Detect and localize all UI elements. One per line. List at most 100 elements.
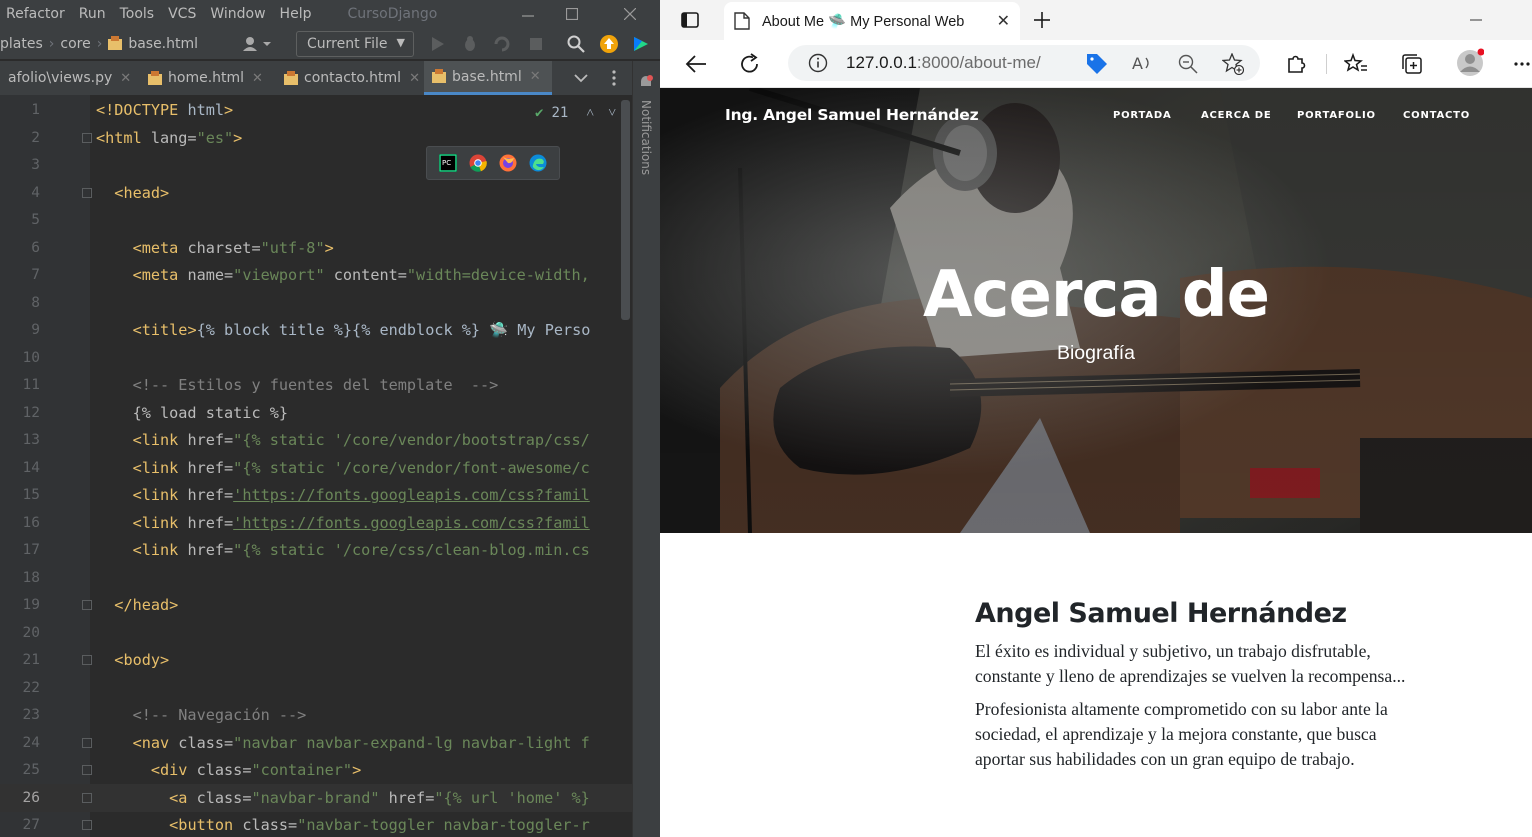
close-tab-icon[interactable]: ✕ — [530, 69, 541, 84]
shopping-tag-icon[interactable] — [1086, 53, 1108, 75]
user-menu[interactable] — [240, 34, 274, 54]
fold-marker-icon[interactable] — [82, 820, 92, 831]
coverage-button[interactable] — [492, 34, 512, 54]
breadcrumb-item[interactable]: base.html — [128, 36, 198, 52]
fold-marker-icon[interactable] — [82, 737, 92, 748]
pycharm-icon[interactable]: PC — [439, 154, 457, 172]
code-line[interactable]: 5 — [0, 207, 632, 235]
code-line[interactable]: 22 — [0, 674, 632, 702]
chevron-up-icon[interactable]: ˄ — [586, 105, 594, 122]
code-line[interactable]: 18 — [0, 564, 632, 592]
browser-minimize-button[interactable] — [1462, 2, 1490, 30]
code-line[interactable]: 13 <link href="{% static '/core/vendor/b… — [0, 427, 632, 455]
close-tab-icon[interactable]: ✕ — [120, 71, 131, 86]
back-button[interactable] — [682, 50, 710, 78]
zoom-out-icon[interactable] — [1178, 54, 1198, 74]
code-editor[interactable]: 1 <!DOCTYPE html> 2 <html lang="es"> 3 4 <hea… — [0, 95, 632, 837]
jetbrains-ai-button[interactable] — [631, 34, 651, 54]
code-line[interactable]: 25 <div class="container"> — [0, 757, 632, 785]
notifications-tool-window[interactable]: Notifications — [634, 100, 658, 180]
profile-button[interactable] — [1456, 48, 1484, 76]
close-tab-icon[interactable]: ✕ — [252, 71, 263, 86]
info-icon[interactable] — [808, 53, 828, 73]
code-line[interactable]: 24 <nav class="navbar navbar-expand-lg n… — [0, 729, 632, 757]
fold-marker-icon[interactable] — [82, 132, 92, 143]
breadcrumb-item[interactable]: plates — [0, 36, 43, 52]
inspection-widget[interactable]: ✔ 21 ˄ ˅ — [535, 104, 616, 122]
fold-marker-icon[interactable] — [82, 765, 92, 776]
more-actions-button[interactable] — [612, 61, 624, 95]
search-everywhere-button[interactable] — [566, 34, 586, 54]
settings-more-button[interactable] — [1512, 50, 1532, 78]
menu-vcs[interactable]: VCS — [160, 6, 204, 22]
puzzle-icon — [1288, 55, 1306, 73]
favorites-button[interactable] — [1342, 50, 1370, 78]
code-line[interactable]: 19 </head> — [0, 592, 632, 620]
code-line[interactable]: 11 <!-- Estilos y fuentes del template -… — [0, 372, 632, 400]
tab-home-html[interactable]: home.html ✕ — [142, 61, 278, 95]
fold-marker-icon[interactable] — [82, 187, 92, 198]
menu-tools[interactable]: Tools — [112, 6, 163, 22]
code-line[interactable]: 17 <link href="{% static '/core/css/clea… — [0, 537, 632, 565]
fold-marker-icon[interactable] — [82, 792, 92, 803]
close-tab-icon[interactable]: ✕ — [997, 11, 1010, 31]
collections-button[interactable] — [1398, 50, 1426, 78]
site-brand-link[interactable]: Ing. Angel Samuel Hernández — [725, 106, 979, 124]
tab-actions-button[interactable] — [676, 6, 704, 34]
run-configuration-select[interactable]: Current File ▼ — [296, 31, 414, 57]
firefox-icon[interactable] — [499, 154, 517, 172]
debug-button[interactable] — [460, 34, 480, 54]
code-line[interactable]: 20 — [0, 619, 632, 647]
new-tab-button[interactable] — [1028, 6, 1056, 34]
code-line[interactable]: 8 — [0, 289, 632, 317]
tab-base-html[interactable]: base.html ✕ — [424, 61, 552, 95]
nav-link-portafolio[interactable]: PORTAFOLIO — [1297, 110, 1403, 121]
code-line[interactable]: 10 — [0, 344, 632, 372]
updates-button[interactable] — [599, 34, 619, 54]
chevron-down-icon[interactable]: ˅ — [608, 105, 616, 122]
tab-contacto-html[interactable]: contacto.html ✕ — [278, 61, 422, 95]
address-bar[interactable]: 127.0.0.1:8000/about-me/ A — [788, 45, 1260, 81]
code-line[interactable]: 23 <!-- Navegación --> — [0, 702, 632, 730]
editor-tab-bar: afolio\views.py ✕ home.html ✕ contacto.h… — [0, 61, 632, 95]
code-line[interactable]: 9 <title>{% block title %}{% endblock %}… — [0, 317, 632, 345]
fold-marker-icon[interactable] — [82, 600, 92, 611]
add-favorite-icon[interactable] — [1222, 53, 1244, 75]
nav-link-contacto[interactable]: CONTACTO — [1403, 110, 1483, 121]
stop-button[interactable] — [526, 34, 546, 54]
nav-link-portada[interactable]: PORTADA — [1113, 110, 1201, 121]
code-line[interactable]: 4 <head> — [0, 179, 632, 207]
menu-help[interactable]: Help — [272, 6, 320, 22]
nav-link-acerca-de[interactable]: ACERCA DE — [1201, 110, 1297, 121]
fold-marker-icon[interactable] — [82, 655, 92, 666]
editor-scrollbar[interactable] — [621, 100, 630, 320]
notifications-bell-icon[interactable] — [638, 74, 654, 90]
read-aloud-icon[interactable]: A — [1132, 54, 1154, 72]
code-text: <html lang="es"> — [96, 128, 243, 147]
menu-window[interactable]: Window — [202, 6, 273, 22]
browser-tab-active[interactable]: About Me 🛸 My Personal Web ✕ — [724, 2, 1020, 40]
run-button[interactable] — [428, 34, 448, 54]
code-line[interactable]: 6 <meta charset="utf-8"> — [0, 234, 632, 262]
extensions-button[interactable] — [1282, 50, 1310, 78]
breadcrumb-item[interactable]: core — [60, 36, 90, 52]
code-line[interactable]: 7 <meta name="viewport" content="width=d… — [0, 262, 632, 290]
menu-run[interactable]: Run — [71, 6, 114, 22]
code-line[interactable]: 15 <link href='https://fonts.googleapis.… — [0, 482, 632, 510]
refresh-button[interactable] — [736, 50, 764, 78]
code-line[interactable]: 16 <link href='https://fonts.googleapis.… — [0, 509, 632, 537]
close-window-button[interactable] — [602, 0, 658, 28]
tab-views-py[interactable]: afolio\views.py ✕ — [0, 61, 140, 95]
tab-list-button[interactable] — [574, 61, 594, 95]
site-nav: PORTADA ACERCA DE PORTAFOLIO CONTACTO — [1113, 110, 1483, 121]
menu-refactor[interactable]: Refactor — [0, 6, 73, 22]
maximize-button[interactable] — [544, 0, 600, 28]
code-line[interactable]: 14 <link href="{% static '/core/vendor/f… — [0, 454, 632, 482]
edge-icon[interactable] — [529, 154, 547, 172]
close-tab-icon[interactable]: ✕ — [409, 71, 420, 86]
chrome-icon[interactable] — [469, 154, 487, 172]
code-line[interactable]: 21 <body> — [0, 647, 632, 675]
code-line[interactable]: 12 {% load static %} — [0, 399, 632, 427]
code-line[interactable]: 27 <button class="navbar-toggler navbar-… — [0, 812, 632, 837]
code-line[interactable]: 26 <a class="navbar-brand" href="{% url … — [0, 784, 632, 812]
